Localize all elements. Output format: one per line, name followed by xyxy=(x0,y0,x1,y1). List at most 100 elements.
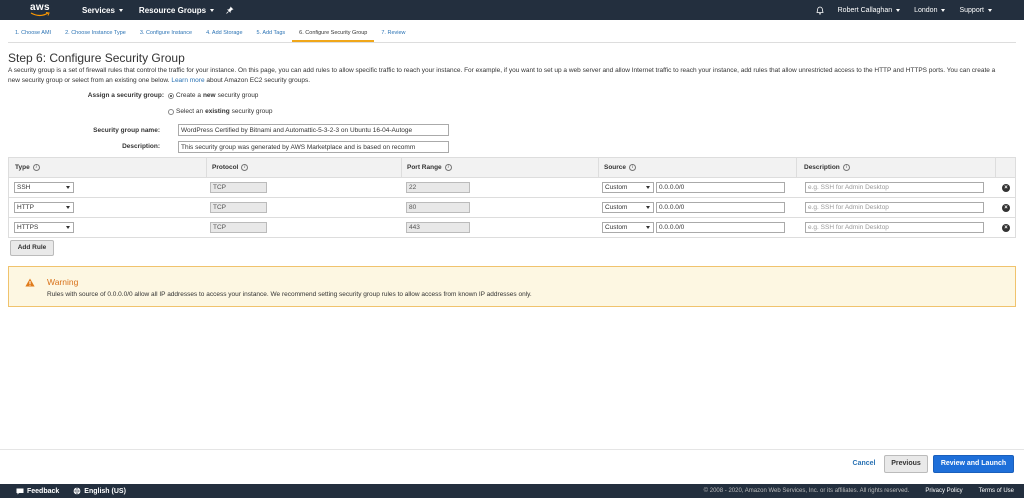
header-port-range-label: Port Range xyxy=(407,164,442,171)
language-selector[interactable]: English (US) xyxy=(73,487,126,495)
radio-button-checked[interactable] xyxy=(168,92,174,99)
cidr-input[interactable]: 0.0.0.0/0 xyxy=(656,202,785,213)
step-configure-instance[interactable]: 3. Configure Instance xyxy=(133,27,199,42)
assign-security-group-label: Assign a security group: xyxy=(87,92,164,99)
step-add-tags[interactable]: 5. Add Tags xyxy=(250,27,293,42)
info-icon[interactable]: i xyxy=(32,164,40,171)
header-protocol-label: Protocol xyxy=(212,164,239,171)
remove-rule-icon[interactable]: × xyxy=(1002,204,1010,212)
header-description: Description i xyxy=(804,164,850,171)
feedback-button[interactable]: Feedback xyxy=(16,488,59,495)
source-select[interactable]: Custom xyxy=(602,202,654,213)
support-menu[interactable]: Support xyxy=(959,7,992,14)
cidr-input[interactable]: 0.0.0.0/0 xyxy=(656,182,785,193)
user-name: Robert Callaghan xyxy=(837,6,893,14)
header-source: Source i xyxy=(604,164,637,171)
source-value: Custom xyxy=(605,204,628,211)
info-icon[interactable]: i xyxy=(444,164,452,171)
type-value: HTTPS xyxy=(17,224,39,231)
rule-description-input[interactable]: e.g. SSH for Admin Desktop xyxy=(805,182,984,193)
remove-rule-icon[interactable]: × xyxy=(1002,224,1010,232)
protocol-field: TCP xyxy=(210,202,267,213)
remove-rule-icon[interactable]: × xyxy=(1002,184,1010,192)
source-select[interactable]: Custom xyxy=(602,222,654,233)
header-port-range: Port Range i xyxy=(407,164,452,171)
cidr-input[interactable]: 0.0.0.0/0 xyxy=(656,222,785,233)
intro-text: A security group is a set of firewall ru… xyxy=(8,66,1008,86)
cancel-link[interactable]: Cancel xyxy=(846,459,882,469)
warning-title: Warning xyxy=(47,277,79,287)
chevron-down-icon xyxy=(646,226,650,229)
description-input[interactable]: This security group was generated by AWS… xyxy=(178,141,449,153)
terms-of-use-link[interactable]: Terms of Use xyxy=(979,488,1014,494)
privacy-policy-link[interactable]: Privacy Policy xyxy=(925,488,962,494)
type-select[interactable]: HTTP xyxy=(14,202,74,213)
header-protocol: Protocol i xyxy=(212,164,249,171)
source-value: Custom xyxy=(605,184,628,191)
pin-icon[interactable] xyxy=(226,6,234,14)
warning-text: Rules with source of 0.0.0.0/0 allow all… xyxy=(47,291,532,298)
rule-description-input[interactable]: e.g. SSH for Admin Desktop xyxy=(805,222,984,233)
port-range-field: 80 xyxy=(406,202,470,213)
type-select[interactable]: SSH xyxy=(14,182,74,193)
security-group-name-input[interactable]: WordPress Certified by Bitnami and Autom… xyxy=(178,124,449,136)
protocol-field: TCP xyxy=(210,182,267,193)
intro-tail: about Amazon EC2 security groups. xyxy=(206,77,311,84)
radio-button[interactable] xyxy=(168,108,174,115)
step-add-storage[interactable]: 4. Add Storage xyxy=(199,27,249,42)
step-configure-security-group[interactable]: 6. Configure Security Group xyxy=(292,27,375,42)
header-source-label: Source xyxy=(604,164,627,171)
previous-button[interactable]: Previous xyxy=(884,455,928,473)
region-menu[interactable]: London xyxy=(914,6,946,14)
feedback-label: Feedback xyxy=(27,487,60,495)
info-icon[interactable]: i xyxy=(629,164,637,171)
resource-groups-label: Resource Groups xyxy=(138,5,207,15)
resource-groups-menu[interactable]: Resource Groups xyxy=(138,5,215,15)
info-icon[interactable]: i xyxy=(241,164,249,171)
column-divider xyxy=(598,158,599,178)
source-value: Custom xyxy=(605,224,628,231)
footer-links: © 2008 - 2020, Amazon Web Services, Inc.… xyxy=(704,484,1014,498)
review-and-launch-button[interactable]: Review and Launch xyxy=(933,455,1014,473)
region-name: London xyxy=(914,6,938,14)
rules-header-row: Type i Protocol i Port Range i Source i … xyxy=(8,157,1016,178)
chevron-down-icon xyxy=(988,8,992,12)
type-select[interactable]: HTTPS xyxy=(14,222,74,233)
security-group-name-label: Security group name: xyxy=(93,127,160,134)
source-select[interactable]: Custom xyxy=(602,182,654,193)
radio-create-new[interactable]: Create a new security group xyxy=(168,92,258,99)
step-choose-ami[interactable]: 1. Choose AMI xyxy=(8,27,58,42)
rule-row: HTTPS TCP 443 Custom 0.0.0.0/0 e.g. SSH … xyxy=(8,218,1016,238)
protocol-field: TCP xyxy=(210,222,267,233)
header-type: Type i xyxy=(15,164,40,171)
step-choose-instance-type[interactable]: 2. Choose Instance Type xyxy=(58,27,133,42)
option-existing-bold: existing xyxy=(205,108,230,115)
support-label: Support xyxy=(959,6,984,14)
chevron-down-icon xyxy=(118,8,123,12)
services-label: Services xyxy=(82,5,115,15)
intro-body: A security group is a set of firewall ru… xyxy=(8,67,996,84)
speech-bubble-icon xyxy=(16,488,24,494)
radio-select-existing[interactable]: Select an existing security group xyxy=(168,108,273,115)
rule-description-input[interactable]: e.g. SSH for Admin Desktop xyxy=(805,202,984,213)
type-value: HTTP xyxy=(17,204,34,211)
column-divider xyxy=(796,158,797,178)
aws-smile-icon xyxy=(30,12,50,17)
divider xyxy=(0,449,1024,450)
learn-more-link[interactable]: Learn more xyxy=(171,77,204,84)
chevron-down-icon xyxy=(66,186,70,189)
notifications-bell[interactable] xyxy=(816,6,824,15)
pushpin-icon xyxy=(226,6,234,14)
header-type-label: Type xyxy=(15,164,30,171)
page-title: Step 6: Configure Security Group xyxy=(8,51,185,65)
aws-logo[interactable]: aws xyxy=(28,0,70,20)
rule-row: HTTP TCP 80 Custom 0.0.0.0/0 e.g. SSH fo… xyxy=(8,198,1016,218)
chevron-down-icon xyxy=(941,8,946,12)
services-menu[interactable]: Services xyxy=(82,6,123,15)
account-menu[interactable]: Robert Callaghan xyxy=(837,6,901,14)
bell-icon xyxy=(816,6,824,15)
option-new-pre: Create a xyxy=(176,92,201,99)
info-icon[interactable]: i xyxy=(842,164,850,171)
add-rule-button[interactable]: Add Rule xyxy=(10,240,54,256)
step-review[interactable]: 7. Review xyxy=(374,27,412,42)
